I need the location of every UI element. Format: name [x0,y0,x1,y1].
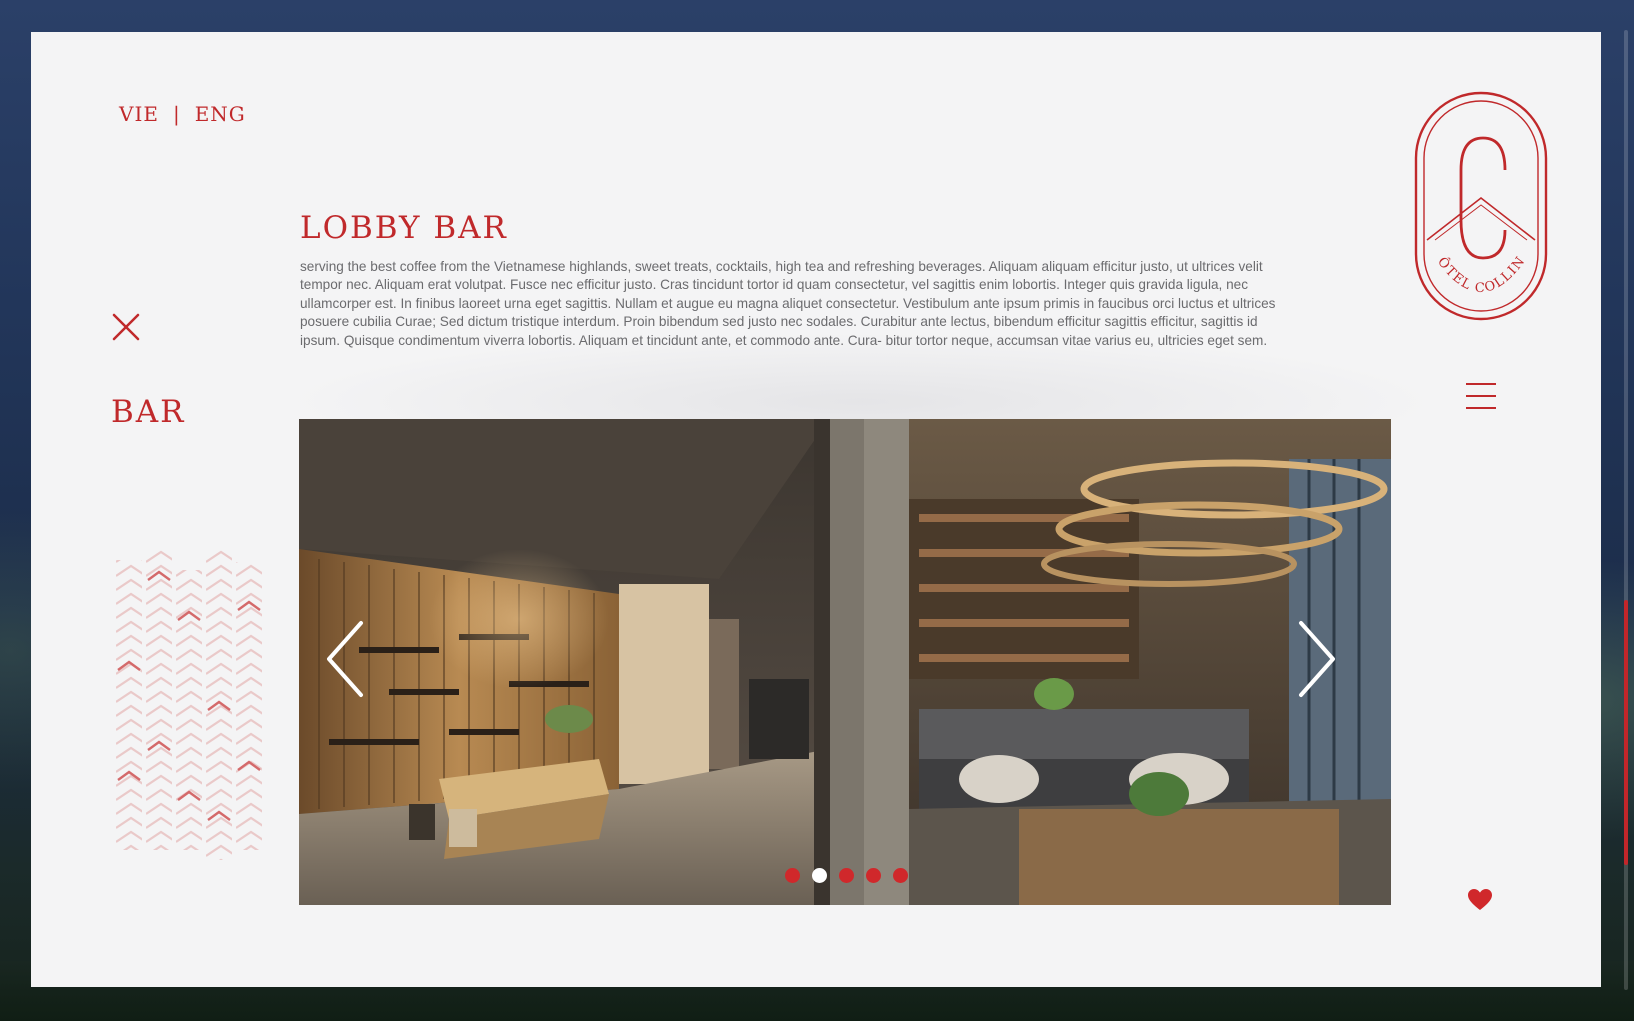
logo-wordmark: HÔTEL COLLINE [1413,90,1528,296]
heart-icon[interactable] [1467,888,1493,912]
chevron-right-icon[interactable] [1295,619,1339,699]
page-title: LOBBY BAR [300,210,508,246]
scrollbar-thumb[interactable] [1624,600,1628,865]
language-separator: | [172,102,181,126]
carousel-dot-4[interactable] [866,868,881,883]
language-option-eng[interactable]: ENG [195,102,246,126]
language-option-vie[interactable]: VIE [119,102,159,126]
carousel-dot-2[interactable] [812,868,827,883]
language-switch: VIE | ENG [119,102,246,126]
svg-text:HÔTEL COLLINE: HÔTEL COLLINE [1413,90,1529,296]
content-panel: VIE | ENG BAR ÔTEL COLLIN LOBBY BAR serv… [31,32,1601,987]
close-icon[interactable] [109,310,143,344]
carousel-dot-5[interactable] [893,868,908,883]
image-carousel[interactable] [299,419,1391,905]
decorative-chevron-pattern [116,550,262,860]
carousel-dot-3[interactable] [839,868,854,883]
hotel-colline-logo[interactable]: HÔTEL COLLINE [1413,90,1549,322]
chevron-left-icon[interactable] [323,619,367,699]
carousel-dot-1[interactable] [785,868,800,883]
carousel-slide-image [299,419,1391,905]
page-scrollbar[interactable] [1624,30,1628,990]
page-description: serving the best coffee from the Vietnam… [300,259,1276,348]
carousel-pagination [785,868,908,883]
menu-icon[interactable] [1465,380,1497,412]
section-label: BAR [111,394,186,430]
